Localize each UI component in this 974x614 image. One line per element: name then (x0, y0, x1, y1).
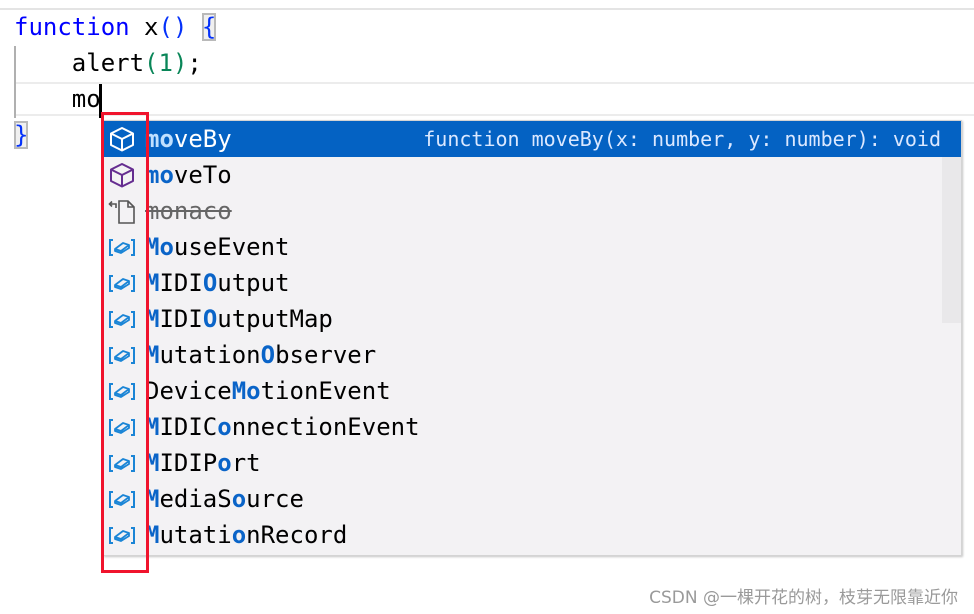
typed-text: mo (71, 85, 101, 113)
label-text: useEvent (173, 233, 290, 261)
label-text: monaco (145, 197, 232, 225)
label-text: Device (145, 377, 232, 405)
suggestion-item[interactable]: MIDIConnectionEvent (104, 409, 942, 445)
watermark: CSDN @一棵开花的树，枝芽无限靠近你 (649, 588, 958, 608)
label-text: nRecord (246, 521, 348, 549)
label-text: IDI (159, 305, 203, 333)
suggestion-item[interactable]: moveBy function moveBy(x: number, y: numb… (104, 121, 961, 157)
label-text: bserver (275, 341, 377, 369)
label-text: utation (159, 341, 261, 369)
semicolon: ; (187, 49, 202, 77)
label-text: rt (231, 449, 261, 477)
match-highlight: O (202, 269, 218, 297)
suggestion-label: DeviceMotionEvent (145, 373, 391, 409)
match-highlight: Mo (145, 233, 174, 261)
match-highlight: o (231, 485, 247, 513)
label-text: utputMap (217, 305, 333, 333)
suggestion-item[interactable]: MutationObserver (104, 337, 942, 373)
label-text: utput (217, 269, 290, 297)
number-literal: 1 (158, 49, 173, 77)
code-line-3[interactable]: mo (14, 81, 101, 117)
suggestion-item[interactable]: MouseEvent (104, 229, 942, 265)
suggestion-label: moveBy (145, 121, 232, 157)
suggestion-label: MIDIPort (145, 445, 261, 481)
label-text: nnectionEvent (231, 413, 420, 441)
label-text: IDI (159, 269, 203, 297)
parens: () (158, 13, 188, 41)
label-text: veTo (173, 161, 232, 189)
matched-brace: { (201, 13, 217, 41)
suggestion-label: monaco (145, 193, 232, 229)
annotation-highlight-box (101, 112, 149, 573)
suggestion-detail: function moveBy(x: number, y: number): v… (423, 127, 941, 151)
match-highlight: Mo (231, 377, 261, 405)
matched-brace: } (14, 121, 29, 149)
suggestion-label: MIDIOutput (145, 265, 290, 301)
match-highlight: mo (145, 161, 174, 189)
suggestion-scrollbar[interactable] (942, 157, 961, 323)
match-highlight: o (217, 449, 232, 477)
suggestion-item[interactable]: MutationRecord (104, 517, 942, 553)
label-text: IDIC (159, 413, 218, 441)
label-text: ediaS (159, 485, 232, 513)
suggestion-item[interactable]: MediaSource (104, 481, 942, 517)
suggestion-item[interactable]: moveTo (104, 157, 942, 193)
suggestion-label: MutationObserver (145, 337, 376, 373)
identifier: x (129, 13, 159, 41)
paren: ( (144, 49, 159, 77)
suggestion-label: moveTo (145, 157, 232, 193)
match-highlight: O (260, 341, 276, 369)
suggestion-label: MouseEvent (145, 229, 290, 265)
match-highlight: o (217, 413, 232, 441)
current-line-highlight (16, 82, 974, 116)
identifier: alert (71, 49, 145, 77)
match-highlight: mo (145, 125, 174, 153)
paren: ) (172, 49, 188, 77)
suggestion-item[interactable]: DeviceMotionEvent (104, 373, 942, 409)
code-line-2[interactable]: alert(1); (14, 45, 202, 81)
label-text: urce (246, 485, 304, 513)
match-highlight: O (202, 305, 218, 333)
match-highlight: o (231, 521, 247, 549)
code-line-1[interactable]: function x() { (14, 9, 217, 45)
suggestion-label: MIDIConnectionEvent (145, 409, 420, 445)
label-text: IDIP (159, 449, 218, 477)
suggestion-label: MIDIOutputMap (145, 301, 333, 337)
suggestion-item[interactable]: MIDIPort (104, 445, 942, 481)
suggestion-widget[interactable]: moveBy function moveBy(x: number, y: numb… (103, 120, 962, 556)
suggestion-item[interactable]: MIDIOutput (104, 265, 942, 301)
label-text: utati (159, 521, 232, 549)
suggestion-item[interactable]: monaco (104, 193, 942, 229)
keyword: function (14, 13, 130, 41)
suggestion-label: MutationRecord (145, 517, 347, 553)
code-line-4[interactable]: } (14, 117, 29, 153)
suggestion-item[interactable]: MIDIOutputMap (104, 301, 942, 337)
suggestion-label: MediaSource (145, 481, 304, 517)
label-text: veBy (173, 125, 232, 153)
label-text: tionEvent (260, 377, 391, 405)
